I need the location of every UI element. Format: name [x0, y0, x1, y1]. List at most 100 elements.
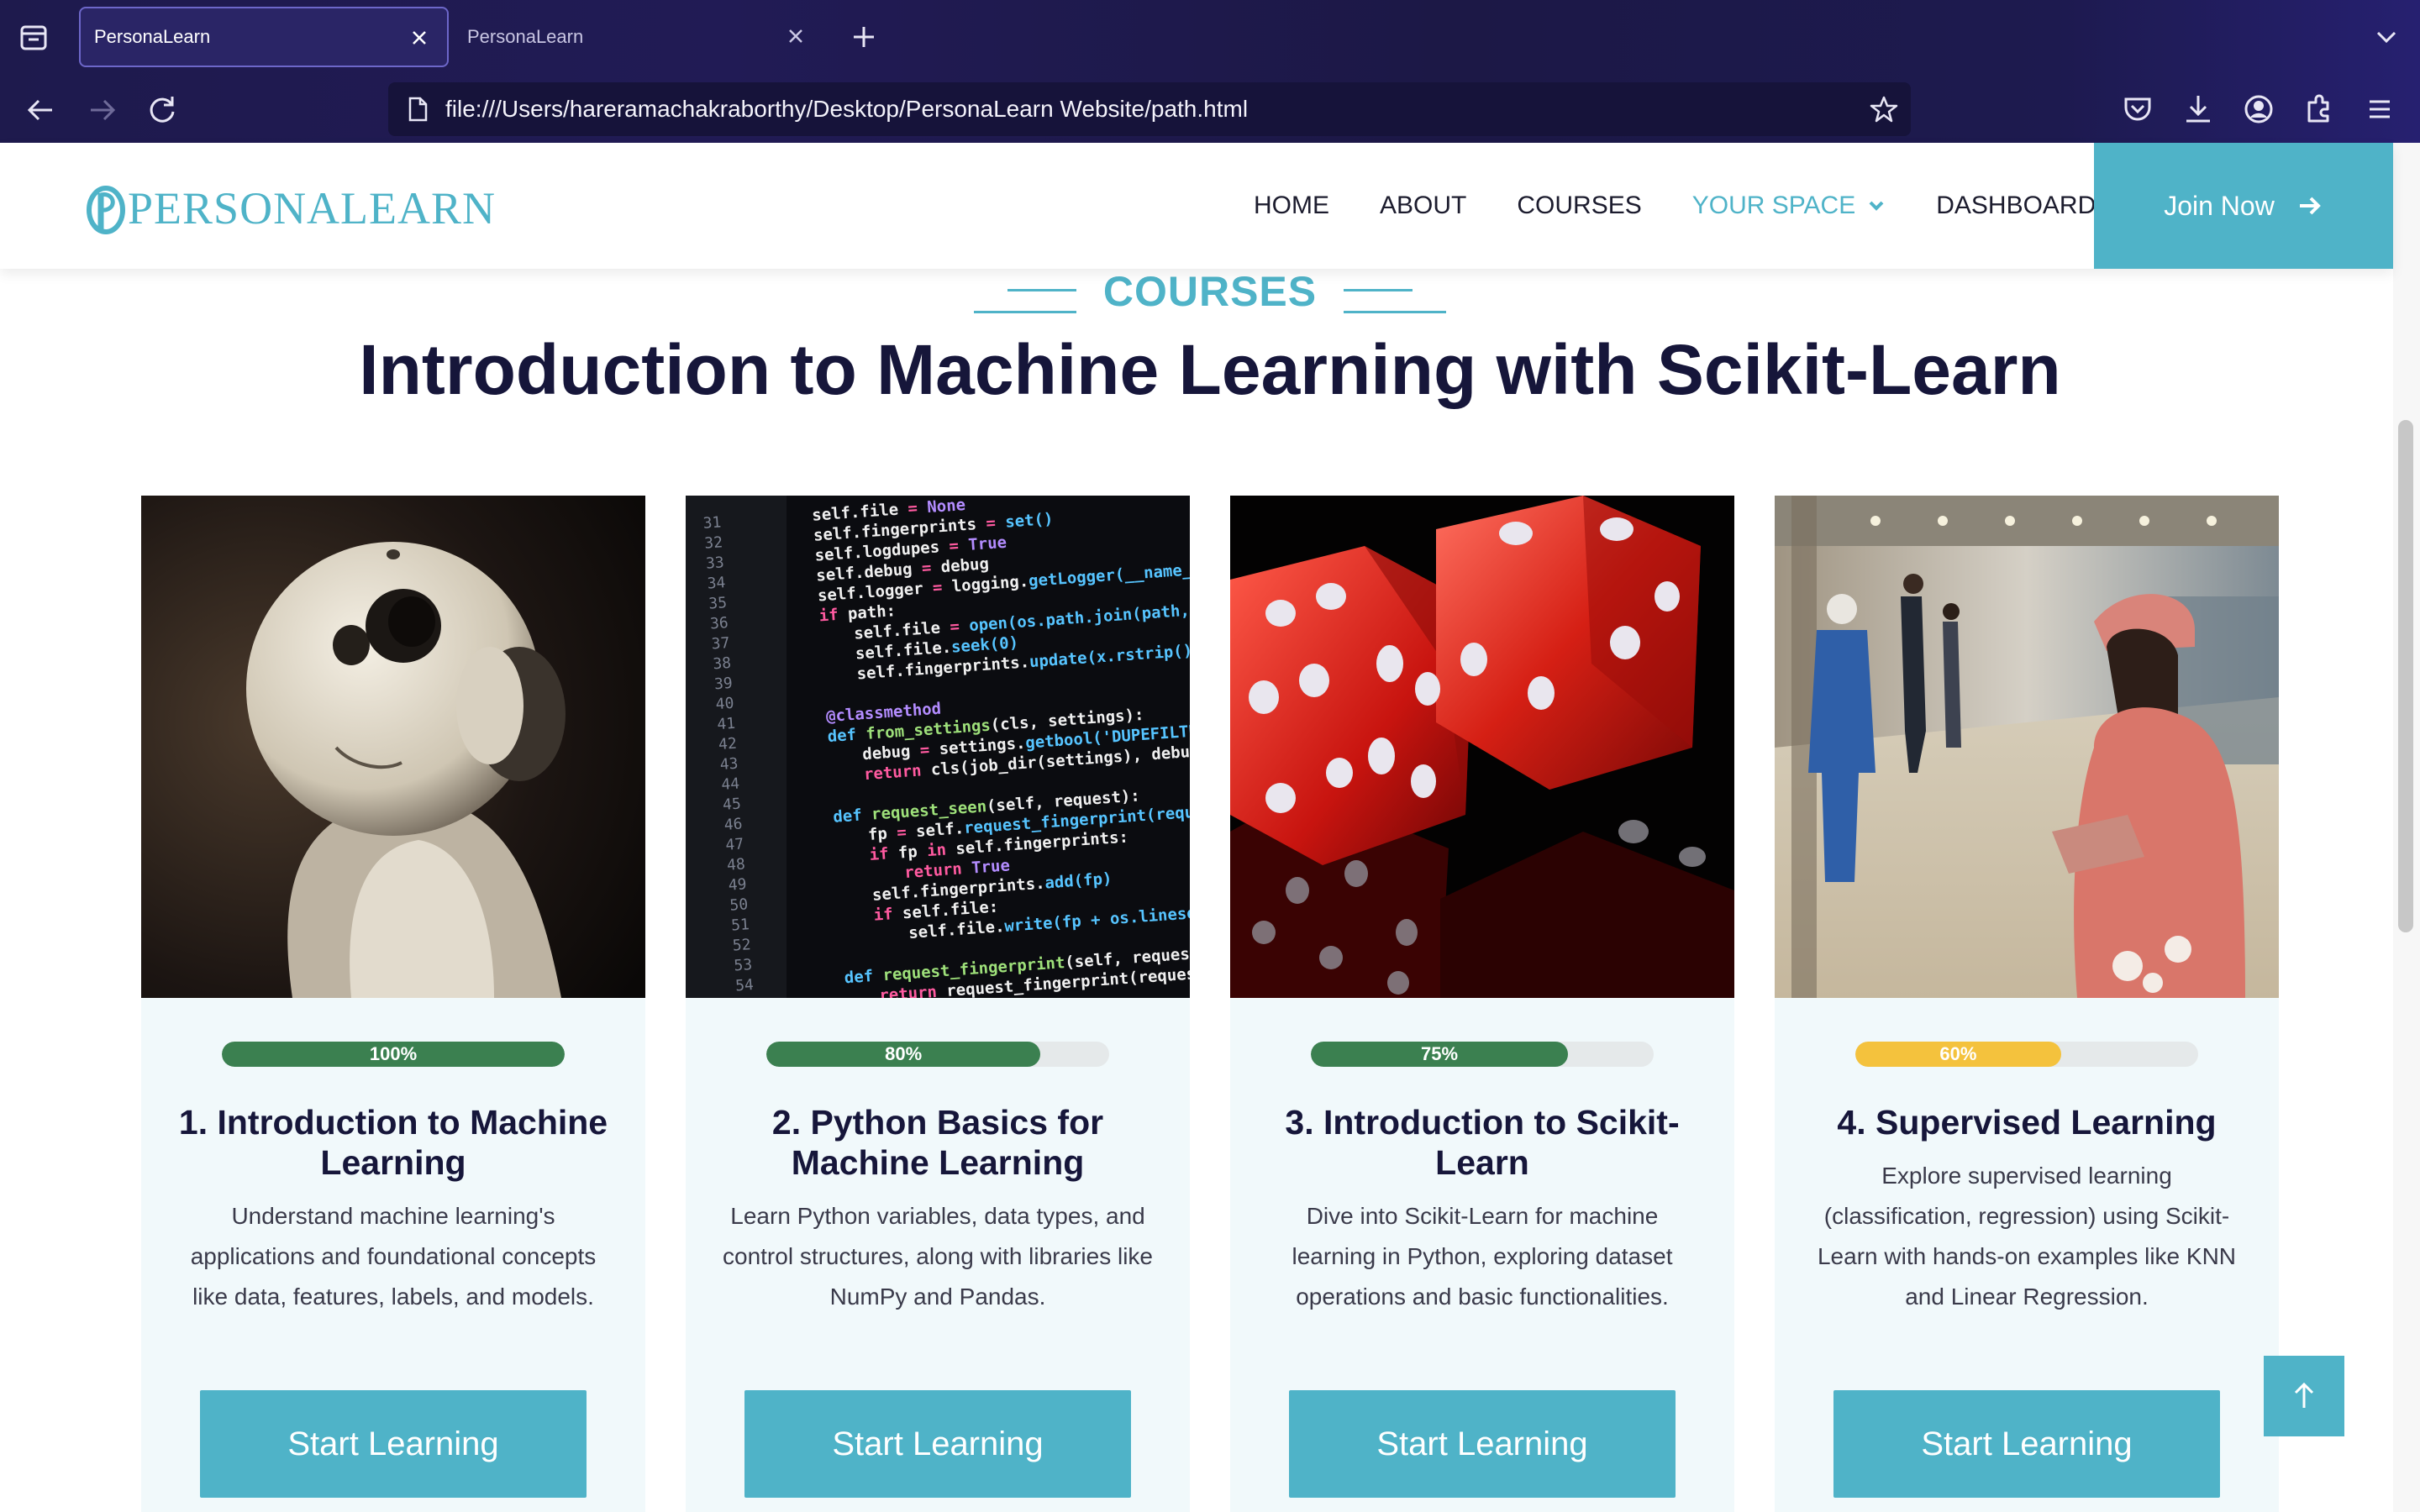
join-now-label: Join Now	[2164, 190, 2275, 221]
svg-text:41: 41	[717, 715, 736, 733]
svg-text:38: 38	[713, 654, 732, 673]
scroll-to-top-button[interactable]	[2264, 1356, 2344, 1436]
navigation-bar: file:///Users/hareramachakraborthy/Deskt…	[0, 77, 2420, 141]
section-tag: COURSES	[0, 267, 2420, 316]
progress-label: 75%	[1420, 1043, 1459, 1064]
menu-home[interactable]: HOME	[1254, 192, 1329, 220]
join-now-button[interactable]: Join Now	[2094, 143, 2393, 269]
account-icon[interactable]	[2238, 89, 2279, 129]
robot-image	[141, 496, 645, 998]
tag-decoration-left	[973, 279, 1076, 313]
course-card: 75% 3. Introduction to Scikit-Learn Dive…	[1230, 496, 1734, 1512]
progress-fill: 60%	[1855, 1042, 2061, 1067]
progress-fill: 100%	[222, 1042, 565, 1067]
page-icon	[405, 96, 430, 123]
download-icon[interactable]	[2178, 89, 2218, 129]
svg-text:53: 53	[734, 956, 753, 974]
svg-text:43: 43	[719, 755, 739, 774]
svg-text:44: 44	[721, 775, 740, 794]
svg-text:47: 47	[725, 835, 744, 853]
tab-label: PersonaLearn	[94, 26, 211, 47]
tab-personalearn[interactable]: PersonaLearn	[454, 7, 823, 67]
extensions-icon[interactable]	[2299, 89, 2339, 129]
tag-decoration-right	[1344, 279, 1447, 313]
course-cards: 100% 1. Introduction to Machine Learning…	[141, 496, 2279, 1512]
start-learning-button[interactable]: Start Learning	[200, 1390, 587, 1498]
course-description: Dive into Scikit-Learn for machine learn…	[1292, 1203, 1673, 1310]
start-learning-button[interactable]: Start Learning	[744, 1390, 1131, 1498]
dice-image	[1230, 496, 1734, 998]
svg-text:35: 35	[708, 594, 728, 612]
svg-text:42: 42	[718, 735, 737, 753]
close-tab-icon[interactable]	[408, 27, 430, 49]
svg-text:33: 33	[705, 554, 724, 572]
svg-text:34: 34	[707, 574, 726, 592]
tab-personalearn-active[interactable]: PersonaLearn	[79, 7, 449, 67]
url-text: file:///Users/hareramachakraborthy/Deskt…	[445, 96, 1249, 122]
progress-bar: 60%	[1855, 1042, 2198, 1067]
tab-bar: PersonaLearn PersonaLearn	[0, 0, 2420, 74]
svg-text:39: 39	[713, 675, 733, 693]
svg-text:32: 32	[704, 533, 723, 552]
site-header: PERSONALEARN HOME ABOUT COURSES YOUR SPA…	[0, 143, 2393, 269]
progress-label: 60%	[1939, 1043, 1977, 1064]
course-card: 100% 1. Introduction to Machine Learning…	[141, 496, 645, 1512]
scrollbar-thumb[interactable]	[2398, 420, 2413, 932]
course-title: 4. Supervised Learning	[1837, 1103, 2217, 1142]
menu-dashboard[interactable]: DASHBOARD	[1936, 192, 2096, 220]
course-title: 1. Introduction to Machine Learning	[178, 1103, 608, 1182]
page-scrollbar[interactable]	[2393, 143, 2420, 1512]
svg-text:40: 40	[715, 695, 734, 713]
menu-courses[interactable]: COURSES	[1517, 192, 1641, 220]
start-learning-button[interactable]: Start Learning	[1289, 1390, 1676, 1498]
site-logo[interactable]: PERSONALEARN	[79, 181, 496, 235]
course-description: Understand machine learning's applicatio…	[190, 1203, 597, 1310]
main-menu: HOME ABOUT COURSES YOUR SPACE DASHBOARD	[1254, 143, 2146, 269]
close-tab-icon[interactable]	[785, 25, 807, 47]
section-tag-text: COURSES	[1102, 268, 1318, 315]
course-title: 3. Introduction to Scikit-Learn	[1285, 1103, 1680, 1182]
reload-icon[interactable]	[141, 89, 183, 131]
svg-text:45: 45	[722, 795, 741, 814]
svg-text:52: 52	[732, 936, 751, 954]
progress-bar: 100%	[222, 1042, 565, 1067]
station-image	[1775, 496, 2279, 998]
arrow-up-icon	[2294, 1382, 2314, 1408]
progress-label: 80%	[885, 1043, 923, 1064]
bookmark-star-icon[interactable]	[1869, 94, 1899, 124]
svg-text:36: 36	[709, 614, 729, 633]
new-tab-icon[interactable]	[847, 20, 881, 54]
progress-fill: 75%	[1311, 1042, 1568, 1067]
svg-text:31: 31	[702, 513, 722, 532]
course-card: 60% 4. Supervised Learning Explore super…	[1775, 496, 2279, 1512]
svg-text:54: 54	[734, 976, 754, 995]
pocket-icon[interactable]	[2118, 89, 2158, 129]
menu-your-space-label: YOUR SPACE	[1691, 192, 1856, 219]
logo-icon	[87, 186, 125, 234]
back-icon[interactable]	[20, 89, 62, 131]
progress-label: 100%	[369, 1043, 418, 1064]
course-description: Explore supervised learning (classificat…	[1817, 1163, 2237, 1310]
svg-text:37: 37	[711, 634, 730, 653]
address-bar[interactable]: file:///Users/hareramachakraborthy/Deskt…	[388, 82, 1911, 136]
tab-list-icon[interactable]	[15, 18, 52, 55]
menu-your-space[interactable]: YOUR SPACE	[1692, 192, 1886, 220]
code-image: 31 32 33 34 35 36 37 38 39 40 41 42 43 44 45 46 47 48…	[686, 496, 1190, 998]
progress-fill: 80%	[766, 1042, 1041, 1067]
course-card: 31 32 33 34 35 36 37 38 39 40 41 42 43 44 45 46 47 48…	[686, 496, 1190, 1512]
menu-icon[interactable]	[2360, 89, 2400, 129]
svg-text:50: 50	[729, 895, 749, 914]
svg-text:48: 48	[726, 855, 745, 874]
forward-icon[interactable]	[81, 89, 123, 131]
course-title: 2. Python Basics for Machine Learning	[771, 1103, 1104, 1182]
progress-bar: 75%	[1311, 1042, 1654, 1067]
tab-label: PersonaLearn	[467, 26, 584, 47]
svg-text:49: 49	[728, 875, 747, 894]
browser-chrome: PersonaLearn PersonaLearn file:///Users/…	[0, 0, 2420, 143]
arrow-right-icon	[2299, 197, 2321, 215]
page-title: Introduction to Machine Learning with Sc…	[359, 330, 2061, 409]
course-description: Learn Python variables, data types, and …	[723, 1203, 1153, 1310]
menu-about[interactable]: ABOUT	[1380, 192, 1466, 220]
start-learning-button[interactable]: Start Learning	[1833, 1390, 2220, 1498]
chevron-down-icon[interactable]	[2370, 20, 2403, 54]
